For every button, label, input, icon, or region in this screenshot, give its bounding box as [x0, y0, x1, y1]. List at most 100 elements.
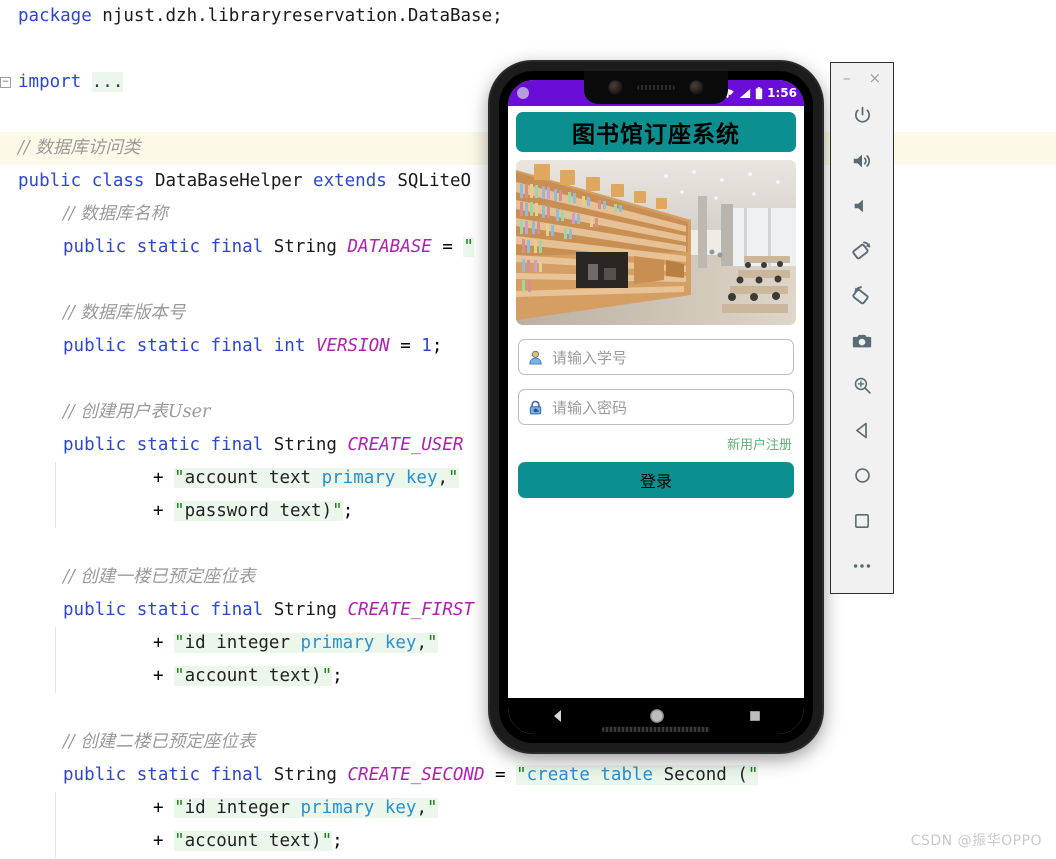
status-notification-dot	[517, 87, 529, 99]
code-token: static	[136, 336, 200, 356]
code-line-content: + "id integer primary key,"	[8, 633, 438, 653]
password-field[interactable]: 请输入密码	[518, 389, 794, 425]
login-button[interactable]: 登录	[518, 462, 794, 498]
zoom-in-icon	[854, 377, 871, 394]
code-line-content: public static final String CREATE_SECOND…	[8, 765, 759, 785]
home-circle-icon	[854, 468, 870, 483]
code-line-content: public static final String DATABASE = "	[8, 237, 474, 257]
code-token: String	[263, 600, 348, 620]
rotate-left-button[interactable]	[830, 228, 894, 273]
code-token: public	[18, 171, 82, 191]
code-token: "	[426, 633, 438, 653]
code-token: Second (	[653, 765, 748, 785]
code-line[interactable]: package njust.dzh.libraryreservation.Dat…	[0, 0, 1056, 33]
power-button[interactable]	[830, 93, 894, 138]
code-token: =	[389, 336, 422, 356]
code-token: // 数据库名称	[63, 204, 168, 224]
code-token: // 创建一楼已预定座位表	[63, 567, 256, 587]
code-line-content: // 数据库访问类	[8, 138, 140, 158]
code-token: static	[136, 435, 200, 455]
code-line[interactable]: + "account text)";	[0, 825, 1056, 858]
indent-guide	[55, 462, 56, 528]
lock-icon	[529, 400, 542, 414]
code-line[interactable]	[0, 33, 1056, 66]
code-token: "	[174, 798, 185, 818]
code-token: +	[153, 798, 175, 818]
code-line-content: public static final int VERSION = 1;	[8, 336, 442, 356]
code-token: "	[332, 501, 343, 521]
code-token: primary key	[321, 468, 438, 488]
student-id-placeholder: 请输入学号	[552, 348, 628, 367]
code-token: 1	[421, 336, 432, 356]
zoom-button[interactable]	[830, 363, 894, 408]
code-token: account text)	[184, 666, 322, 686]
code-token: +	[153, 468, 175, 488]
volume-down-button[interactable]	[830, 183, 894, 228]
code-token: // 创建二楼已预定座位表	[63, 732, 256, 752]
code-token: +	[153, 831, 175, 851]
code-token: "	[174, 666, 185, 686]
code-token: create table	[526, 765, 654, 785]
bottom-speaker-grille-icon	[602, 727, 710, 732]
code-token: ,	[416, 798, 427, 818]
code-token: "	[747, 765, 759, 785]
more-dots-icon	[853, 563, 871, 568]
code-token: ...	[91, 72, 124, 92]
code-token: ;	[332, 666, 343, 686]
screenshot-button[interactable]	[830, 318, 894, 363]
new-user-register-link[interactable]: 新用户注册	[727, 438, 792, 453]
code-token: =	[431, 237, 464, 257]
code-line-content	[8, 534, 63, 554]
code-token: "	[321, 831, 333, 851]
back-triangle-icon	[855, 422, 867, 439]
code-line-content: public class DataBaseHelper extends SQLi…	[8, 171, 471, 191]
code-line[interactable]: + "id integer primary key,"	[0, 792, 1056, 825]
minimize-button[interactable]: –	[843, 70, 851, 86]
login-button-label: 登录	[639, 472, 672, 491]
emulator-toolbar[interactable]: – ×	[830, 62, 894, 594]
code-token: final	[210, 435, 264, 455]
student-id-field[interactable]: 请输入学号	[518, 339, 794, 375]
window-controls: – ×	[831, 63, 893, 93]
nav-home-button[interactable]	[830, 453, 894, 498]
device-screen[interactable]: 1:56 图书馆订座系统 请输入学号 请输入密码 新用户注册 登录	[508, 80, 804, 734]
code-token: "	[174, 468, 185, 488]
watermark: CSDN @振华OPPO	[910, 833, 1042, 849]
app-title-bar: 图书馆订座系统	[516, 112, 796, 152]
nav-back-button[interactable]	[830, 408, 894, 453]
code-token: import	[18, 72, 82, 92]
code-line-content: + "account text)";	[8, 831, 343, 851]
code-token: int	[273, 336, 306, 356]
rotate-right-button[interactable]	[830, 273, 894, 318]
code-token: CREATE_FIRST	[347, 600, 474, 620]
code-token: static	[136, 600, 200, 620]
volume-up-button[interactable]	[830, 138, 894, 183]
password-placeholder: 请输入密码	[552, 398, 628, 417]
close-button[interactable]: ×	[868, 70, 881, 86]
code-line[interactable]: public static final String CREATE_SECOND…	[0, 759, 1056, 792]
code-token: ;	[342, 501, 354, 521]
battery-icon	[755, 86, 763, 99]
fold-marker-icon[interactable]: −	[0, 77, 11, 88]
more-button[interactable]	[830, 543, 894, 588]
code-token: ;	[431, 336, 443, 356]
code-token: "	[174, 501, 185, 521]
code-token: "	[174, 633, 185, 653]
code-token: account text	[184, 468, 322, 488]
code-token: // 创建用户表User	[63, 402, 211, 422]
code-token: "	[448, 468, 459, 488]
code-line-content	[8, 39, 18, 59]
nav-overview-button[interactable]	[830, 498, 894, 543]
